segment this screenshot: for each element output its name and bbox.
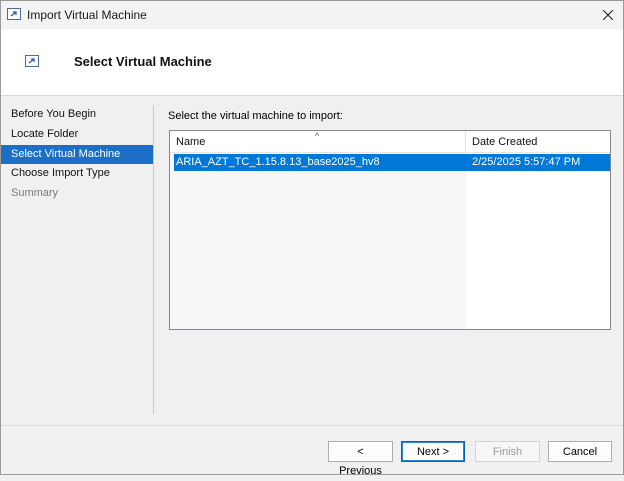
close-icon [603, 10, 613, 20]
nav-divider [153, 105, 154, 414]
step-choose-import-type[interactable]: Choose Import Type [1, 164, 153, 184]
wizard-steps: Before You Begin Locate Folder Select Vi… [1, 105, 153, 204]
column-header-name-label: Name [176, 136, 206, 148]
window-title: Import Virtual Machine [27, 8, 147, 22]
vm-import-icon [25, 55, 39, 67]
table-row[interactable]: ARIA_AZT_TC_1.15.8.13_base2025_hv8 2/25/… [174, 154, 610, 171]
vm-list[interactable]: ^ Name Date Created ARIA_AZT_TC_1.15.8.1… [169, 130, 611, 330]
previous-button[interactable]: < Previous [328, 441, 393, 477]
select-vm-prompt: Select the virtual machine to import: [168, 110, 343, 122]
wizard-header: Select Virtual Machine [1, 29, 623, 96]
column-header-date-label: Date Created [472, 136, 538, 148]
vm-import-icon [7, 8, 21, 20]
page-title: Select Virtual Machine [74, 54, 212, 69]
import-vm-window: Import Virtual Machine Select Virtual Ma… [0, 0, 624, 477]
cancel-button[interactable]: Cancel [548, 441, 612, 462]
finish-button: Finish [475, 441, 540, 462]
step-select-virtual-machine[interactable]: Select Virtual Machine [1, 144, 153, 165]
close-button[interactable] [593, 1, 623, 29]
vm-name-cell: ARIA_AZT_TC_1.15.8.13_base2025_hv8 [176, 156, 380, 168]
step-summary: Summary [11, 187, 59, 200]
name-column-area [170, 153, 466, 329]
date-created-cell: 2/25/2025 5:57:47 PM [472, 156, 581, 168]
footer-divider [1, 425, 623, 426]
step-before-you-begin[interactable]: Before You Begin [1, 105, 153, 125]
next-button[interactable]: Next > [401, 441, 465, 462]
sort-ascending-icon: ^ [315, 131, 320, 141]
step-locate-folder[interactable]: Locate Folder [1, 125, 153, 145]
column-header-name[interactable]: ^ Name [170, 131, 466, 153]
column-header-date-created[interactable]: Date Created [466, 131, 610, 153]
title-bar[interactable]: Import Virtual Machine [1, 1, 623, 29]
